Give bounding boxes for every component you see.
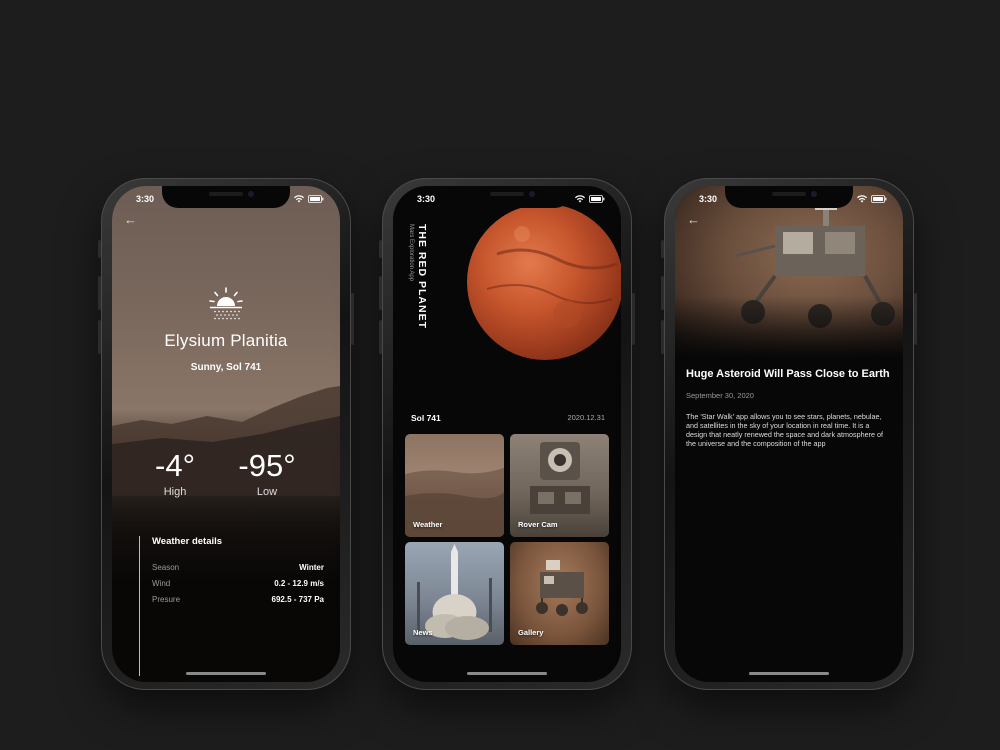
tile-gallery[interactable]: Gallery	[510, 542, 609, 645]
sol-number: Sol 741	[411, 413, 441, 423]
battery-icon	[308, 195, 324, 203]
tile-label: Gallery	[518, 628, 544, 637]
tile-label: News	[413, 628, 433, 637]
detail-row-wind: Wind 0.2 - 12.9 m/s	[152, 579, 324, 588]
phone-article: 3:30 ← Huge Asteroid Will Pass Close to …	[661, 178, 917, 690]
mars-planet-image	[467, 204, 621, 360]
wifi-icon	[575, 195, 585, 203]
home-screen: 3:30 THE RED PLANET Mars Exploration App…	[393, 186, 621, 682]
wifi-icon	[857, 195, 867, 203]
status-bar: 3:30	[699, 194, 887, 208]
phone-weather: 3:30 ← Elysium Planitia Sunny, Sol 741 -…	[98, 178, 354, 690]
battery-icon	[871, 195, 887, 203]
phone-home: 3:30 THE RED PLANET Mars Exploration App…	[379, 178, 635, 690]
low-temp-value: -95°	[238, 448, 296, 483]
sunrise-weather-icon	[209, 287, 243, 320]
article-title: Huge Asteroid Will Pass Close to Earth	[686, 368, 890, 380]
detail-key: Presure	[152, 595, 181, 604]
weather-condition: Sunny, Sol 741	[190, 362, 262, 373]
home-indicator[interactable]	[186, 672, 266, 675]
current-date: 2020.12.31	[567, 413, 605, 422]
status-time: 3:30	[417, 194, 436, 204]
home-indicator[interactable]	[467, 672, 547, 675]
high-temperature: -4° High	[125, 448, 225, 498]
home-indicator[interactable]	[749, 672, 829, 675]
detail-row-season: Season Winter	[152, 563, 324, 572]
detail-value: Winter	[299, 563, 324, 572]
weather-screen: 3:30 ← Elysium Planitia Sunny, Sol 741 -…	[112, 186, 340, 682]
status-time: 3:30	[136, 194, 155, 204]
high-temp-label: High	[163, 486, 187, 498]
battery-icon	[589, 195, 605, 203]
app-subtitle: Mars Exploration App	[408, 224, 414, 282]
tile-label: Rover Cam	[518, 520, 558, 529]
tile-news[interactable]: News	[405, 542, 504, 645]
high-temp-value: -4°	[155, 448, 195, 483]
app-title: THE RED PLANET	[416, 224, 428, 330]
article-date: September 30, 2020	[686, 391, 754, 400]
app-title-vertical: THE RED PLANET Mars Exploration App	[408, 224, 428, 329]
back-arrow-icon[interactable]: ←	[124, 212, 137, 227]
sol-date-row: Sol 741 2020.12.31	[411, 413, 605, 423]
tile-label: Weather	[413, 520, 443, 529]
detail-value: 0.2 - 12.9 m/s	[274, 579, 324, 588]
tile-weather[interactable]: Weather	[405, 434, 504, 537]
article-body: The 'Star Walk' app allows you to see st…	[686, 412, 883, 448]
detail-value: 692.5 - 737 Pa	[271, 595, 324, 604]
detail-key: Wind	[152, 579, 171, 588]
status-bar: 3:30	[136, 194, 324, 208]
back-arrow-icon[interactable]: ←	[687, 212, 700, 227]
article-screen: 3:30 ← Huge Asteroid Will Pass Close to …	[675, 186, 903, 682]
location-name: Elysium Planitia	[164, 331, 288, 350]
weather-details-title: Weather details	[152, 536, 223, 547]
low-temp-label: Low	[256, 486, 278, 498]
status-time: 3:30	[699, 194, 718, 204]
detail-key: Season	[152, 563, 180, 572]
tile-rover-cam[interactable]: Rover Cam	[510, 434, 609, 537]
status-bar: 3:30	[417, 194, 605, 208]
detail-row-pressure: Presure 692.5 - 737 Pa	[152, 595, 324, 604]
low-temperature: -95° Low	[217, 448, 317, 498]
weather-details-panel: Weather details Season Winter Wind 0.2 -…	[139, 536, 324, 676]
wifi-icon	[294, 195, 304, 203]
